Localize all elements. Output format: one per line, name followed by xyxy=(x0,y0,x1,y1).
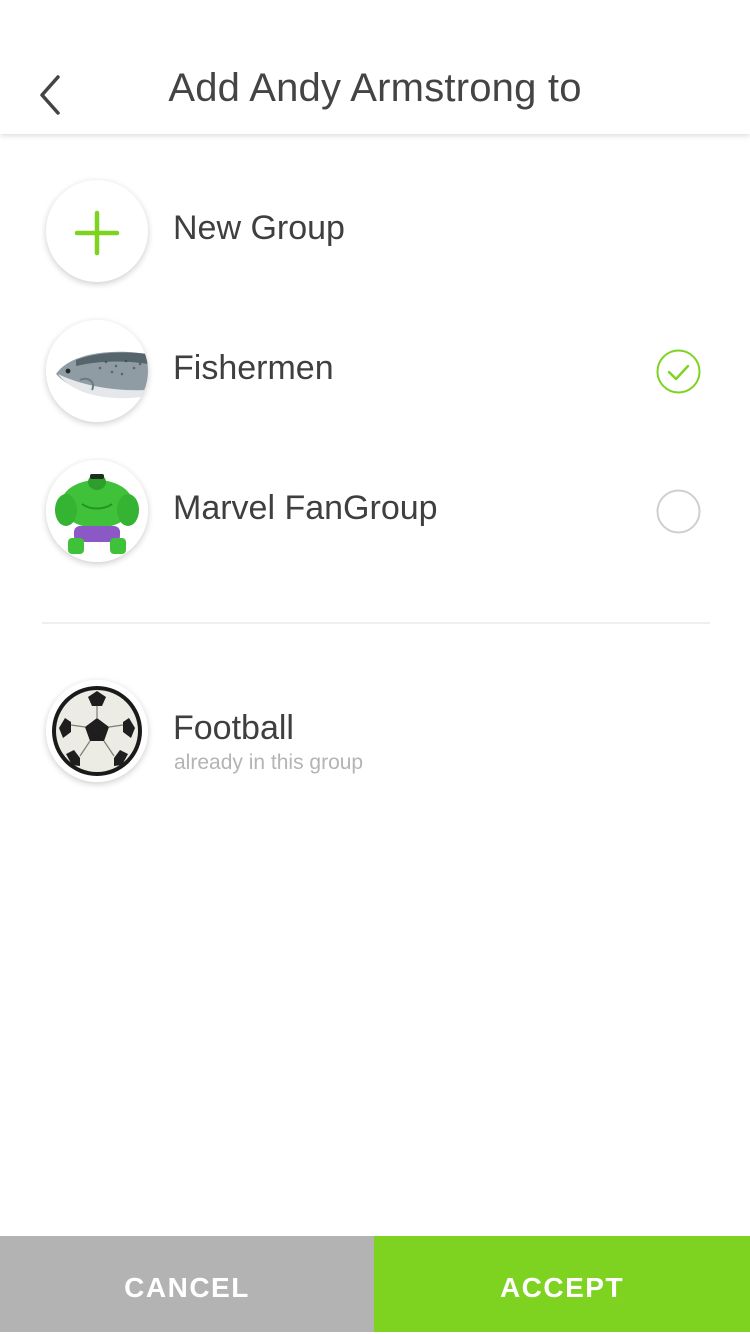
group-avatar-football xyxy=(46,680,148,782)
empty-circle-icon xyxy=(656,489,701,534)
group-name: Fishermen xyxy=(173,349,334,387)
soccer-ball-photo xyxy=(46,680,148,782)
footer-actions: CANCEL ACCEPT xyxy=(0,1236,750,1334)
new-group-avatar xyxy=(46,180,148,282)
accept-button[interactable]: ACCEPT xyxy=(374,1236,750,1332)
group-row-marvel[interactable]: Marvel FanGroup xyxy=(0,456,750,566)
cancel-button[interactable]: CANCEL xyxy=(0,1236,374,1332)
group-name: Football xyxy=(173,709,294,747)
group-row-fishermen[interactable]: Fishermen xyxy=(0,316,750,426)
plus-icon xyxy=(74,210,120,256)
page-title: Add Andy Armstrong to xyxy=(168,66,582,110)
group-avatar-fishermen xyxy=(46,320,148,422)
hulk-figure-photo xyxy=(46,460,148,562)
new-group-label: New Group xyxy=(173,209,345,247)
group-avatar-marvel xyxy=(46,460,148,562)
header-bar: Add Andy Armstrong to xyxy=(0,0,750,134)
group-select-radio-unchecked[interactable] xyxy=(656,489,701,534)
check-circle-icon xyxy=(656,349,701,394)
group-name: Marvel FanGroup xyxy=(173,489,438,527)
existing-group-row-football: Football already in this group xyxy=(0,676,750,786)
group-select-radio-checked[interactable] xyxy=(656,349,701,394)
salmon-photo xyxy=(46,320,148,422)
membership-status: already in this group xyxy=(174,751,364,774)
new-group-row[interactable]: New Group xyxy=(0,176,750,286)
section-divider xyxy=(42,622,710,624)
